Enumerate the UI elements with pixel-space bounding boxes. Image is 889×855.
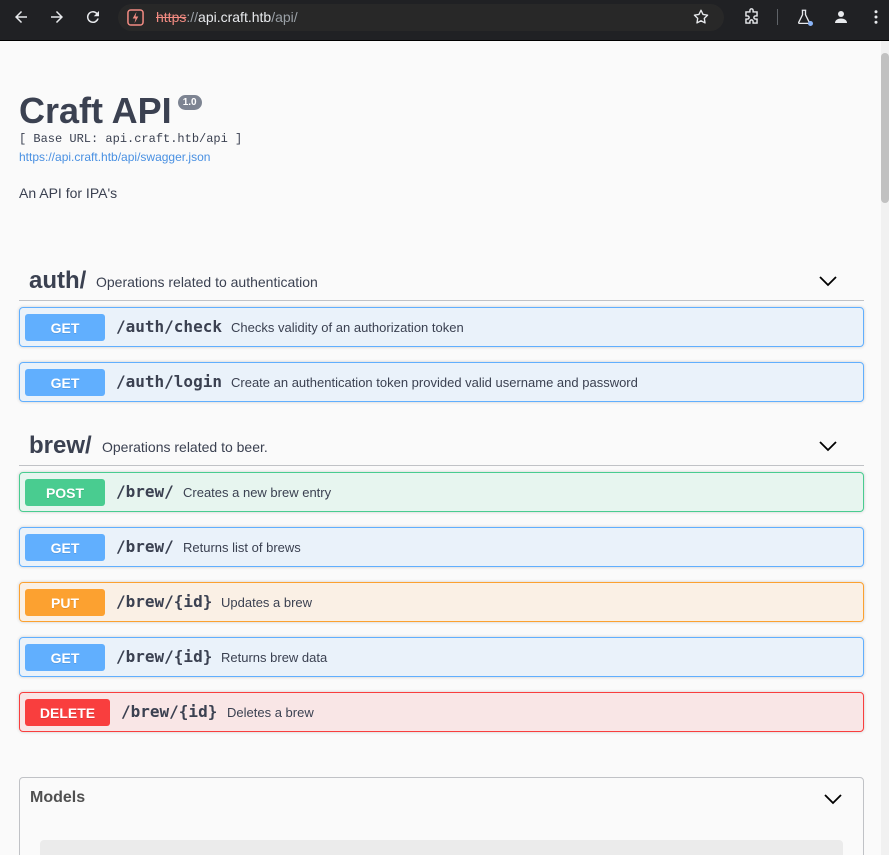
operation-get-auth-login[interactable]: GET /auth/login Create an authentication… (19, 362, 864, 402)
operation-get-brew[interactable]: GET /brew/ Returns list of brews (19, 527, 864, 567)
version-badge: 1.0 (177, 95, 202, 110)
puzzle-icon (744, 7, 758, 24)
tag-name: auth/ (29, 267, 87, 294)
browser-toolbar: https://api.craft.htb/api/ (0, 0, 889, 41)
chevron-down-icon (819, 276, 837, 287)
tag-auth-header[interactable]: auth/ Operations related to authenticati… (19, 261, 864, 301)
method-badge-get: GET (25, 369, 105, 396)
operation-path: /brew/ (116, 537, 174, 556)
operation-get-brew-id[interactable]: GET /brew/{id} Returns brew data (19, 637, 864, 677)
method-badge-get: GET (25, 644, 105, 671)
operation-delete-brew-id[interactable]: DELETE /brew/{id} Deletes a brew (19, 692, 864, 732)
operation-summary: Returns brew data (221, 650, 328, 665)
base-url: [ Base URL: api.craft.htb/api ] (19, 132, 243, 146)
url-scheme: https (156, 9, 187, 25)
operation-path: /auth/login (116, 372, 222, 391)
method-badge-get: GET (25, 314, 105, 341)
back-button[interactable] (9, 5, 33, 29)
page-title: Craft API (19, 90, 172, 131)
operation-path: /brew/{id} (121, 702, 218, 721)
page-scrollbar[interactable] (881, 41, 889, 855)
method-badge-post: POST (25, 479, 105, 506)
method-badge-delete: DELETE (25, 699, 110, 726)
scrollbar-thumb[interactable] (881, 53, 889, 203)
url-text: https://api.craft.htb/api/ (156, 9, 298, 25)
operation-put-brew-id[interactable]: PUT /brew/{id} Updates a brew (19, 582, 864, 622)
tag-description: Operations related to beer. (102, 439, 268, 455)
operation-summary: Checks validity of an authorization toke… (231, 320, 464, 335)
person-icon (835, 11, 847, 23)
method-badge-put: PUT (25, 589, 105, 616)
reload-icon (86, 11, 99, 24)
not-secure-icon (127, 9, 144, 26)
arrow-right-icon (51, 11, 63, 23)
tag-description: Operations related to authentication (96, 274, 318, 290)
operation-summary: Create an authentication token provided … (231, 375, 638, 390)
api-info-header: Craft API 1.0 (19, 91, 202, 131)
reload-button[interactable] (81, 5, 105, 29)
operation-path: /brew/ (116, 482, 174, 501)
tag-name: brew/ (29, 432, 92, 459)
operation-post-brew[interactable]: POST /brew/ Creates a new brew entry (19, 472, 864, 512)
operation-path: /brew/{id} (116, 592, 213, 611)
operation-summary: Deletes a brew (227, 705, 314, 720)
operation-summary: Returns list of brews (183, 540, 301, 555)
method-badge-get: GET (25, 534, 105, 561)
models-title[interactable]: Models (30, 789, 85, 807)
operation-get-auth-check[interactable]: GET /auth/check Checks validity of an au… (19, 307, 864, 347)
more-vertical-icon (874, 10, 878, 24)
model-container (40, 840, 843, 855)
notification-dot (808, 21, 813, 26)
bookmark-button[interactable] (688, 5, 714, 29)
profile-button[interactable] (829, 5, 853, 29)
operation-summary: Creates a new brew entry (183, 485, 332, 500)
arrow-left-icon (15, 11, 27, 23)
url-separator: :// (186, 9, 199, 25)
operation-summary: Updates a brew (221, 595, 313, 610)
chevron-down-icon (819, 441, 837, 452)
operation-path: /brew/{id} (116, 647, 213, 666)
browser-menu-button[interactable] (866, 5, 886, 29)
labs-button[interactable] (791, 5, 817, 29)
operation-path: /auth/check (116, 317, 222, 336)
models-section: Models (19, 777, 864, 855)
star-icon (693, 9, 709, 24)
url-host: api.craft.htb (198, 9, 272, 25)
forward-button[interactable] (45, 5, 69, 29)
api-description: An API for IPA's (19, 185, 118, 201)
chevron-down-icon[interactable] (823, 789, 843, 809)
url-path: /api/ (271, 9, 298, 25)
address-bar[interactable]: https://api.craft.htb/api/ (118, 4, 724, 31)
toolbar-divider (777, 9, 778, 25)
extensions-button[interactable] (738, 5, 764, 29)
swagger-json-link[interactable]: https://api.craft.htb/api/swagger.json (19, 150, 210, 164)
tag-brew-header[interactable]: brew/ Operations related to beer. (19, 426, 864, 466)
